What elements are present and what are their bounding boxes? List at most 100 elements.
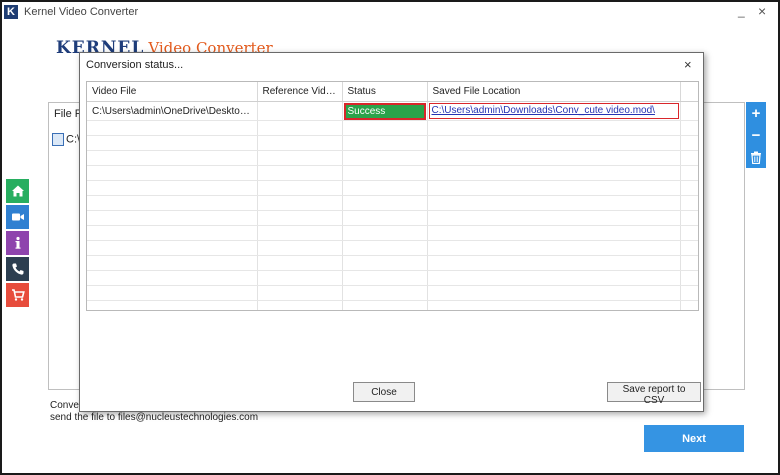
empty-cell: [427, 195, 681, 211]
empty-cell: [257, 180, 343, 196]
empty-cell: [87, 165, 258, 181]
empty-table-row: [87, 120, 698, 136]
saved-location-cell: C:\Users\admin\Downloads\Conv_cute video…: [427, 101, 681, 121]
empty-table-row: [87, 210, 698, 226]
empty-table-row: [87, 195, 698, 211]
dialog-close-button[interactable]: ×: [684, 57, 692, 72]
close-button[interactable]: Close: [353, 382, 415, 402]
empty-cell: [427, 135, 681, 151]
empty-cell: [342, 270, 428, 286]
title-bar: K Kernel Video Converter _ ×: [2, 2, 778, 24]
empty-cell: [680, 135, 698, 151]
column-header-reference-video[interactable]: Reference Video...: [257, 82, 343, 102]
empty-cell: [680, 195, 698, 211]
empty-table-row: [87, 240, 698, 256]
empty-cell: [680, 180, 698, 196]
empty-cell: [342, 180, 428, 196]
file-list-item[interactable]: C:\: [52, 133, 80, 146]
empty-cell: [257, 210, 343, 226]
empty-cell: [427, 255, 681, 271]
empty-cell: [87, 270, 258, 286]
empty-cell: [257, 225, 343, 241]
empty-cell: [342, 150, 428, 166]
empty-cell: [342, 135, 428, 151]
sidebar-info-button[interactable]: [6, 231, 29, 255]
grid-header-row: Video File Reference Video... Status Sav…: [87, 82, 698, 102]
empty-table-row: [87, 270, 698, 286]
bottom-line-2: send the file to files@nucleustechnologi…: [50, 412, 259, 423]
empty-cell: [257, 270, 343, 286]
empty-cell: [87, 285, 258, 301]
empty-table-row: [87, 255, 698, 271]
file-path-text: C:\: [66, 133, 81, 146]
empty-cell: [87, 135, 258, 151]
empty-cell: [427, 180, 681, 196]
empty-cell: [680, 240, 698, 256]
empty-cell: [427, 240, 681, 256]
empty-cell: [427, 225, 681, 241]
column-header-saved-location[interactable]: Saved File Location: [427, 82, 681, 102]
saved-location-link[interactable]: C:\Users\admin\Downloads\Conv_cute video…: [428, 103, 679, 119]
empty-cell: [87, 225, 258, 241]
video-file-icon: [52, 133, 64, 146]
empty-cell: [342, 225, 428, 241]
next-button[interactable]: Next: [644, 425, 744, 452]
empty-cell: [257, 150, 343, 166]
column-header-filler: [680, 82, 698, 102]
empty-cell: [257, 285, 343, 301]
app-window: K Kernel Video Converter _ × KERNEL Video…: [0, 0, 780, 475]
empty-cell: [342, 300, 428, 310]
empty-cell: [87, 300, 258, 310]
save-report-csv-button[interactable]: Save report to CSV: [607, 382, 701, 406]
empty-cell: [680, 120, 698, 136]
status-badge: Success: [343, 102, 426, 120]
empty-cell: [342, 240, 428, 256]
empty-cell: [427, 270, 681, 286]
empty-cell: [87, 210, 258, 226]
filler-cell: [680, 101, 698, 121]
column-header-status[interactable]: Status: [342, 82, 428, 102]
empty-cell: [427, 120, 681, 136]
empty-cell: [427, 285, 681, 301]
empty-cell: [342, 195, 428, 211]
window-title: Kernel Video Converter: [24, 6, 139, 18]
empty-cell: [342, 120, 428, 136]
empty-cell: [680, 270, 698, 286]
video-file-cell: C:\Users\admin\OneDrive\Desktop\c...: [87, 101, 258, 121]
empty-cell: [87, 240, 258, 256]
remove-file-button[interactable]: −: [746, 124, 766, 146]
sidebar-phone-button[interactable]: [6, 257, 29, 281]
empty-cell: [87, 255, 258, 271]
column-header-video-file[interactable]: Video File: [87, 82, 258, 102]
app-logo-icon: K: [4, 5, 18, 19]
empty-cell: [87, 120, 258, 136]
table-row[interactable]: C:\Users\admin\OneDrive\Desktop\c... Suc…: [87, 101, 698, 121]
empty-cell: [427, 165, 681, 181]
empty-cell: [342, 255, 428, 271]
trash-icon: [751, 151, 761, 164]
window-close-button[interactable]: ×: [758, 3, 766, 19]
home-icon: [11, 185, 24, 197]
empty-cell: [257, 135, 343, 151]
add-file-button[interactable]: +: [746, 102, 766, 124]
empty-cell: [427, 150, 681, 166]
empty-cell: [257, 300, 343, 310]
conversion-status-dialog: Conversion status... × Video File Refere…: [79, 52, 704, 412]
minimize-button[interactable]: _: [738, 4, 745, 18]
empty-cell: [87, 195, 258, 211]
sidebar-cart-button[interactable]: [6, 283, 29, 307]
empty-table-row: [87, 285, 698, 301]
empty-cell: [257, 195, 343, 211]
delete-all-button[interactable]: [746, 146, 766, 168]
empty-cell: [680, 285, 698, 301]
empty-table-row: [87, 225, 698, 241]
empty-cell: [680, 225, 698, 241]
empty-cell: [342, 285, 428, 301]
sidebar-home-button[interactable]: [6, 179, 29, 203]
empty-cell: [257, 120, 343, 136]
video-camera-icon: [11, 213, 24, 221]
sidebar-video-button[interactable]: [6, 205, 29, 229]
empty-cell: [342, 165, 428, 181]
empty-cell: [680, 165, 698, 181]
empty-cell: [680, 300, 698, 310]
